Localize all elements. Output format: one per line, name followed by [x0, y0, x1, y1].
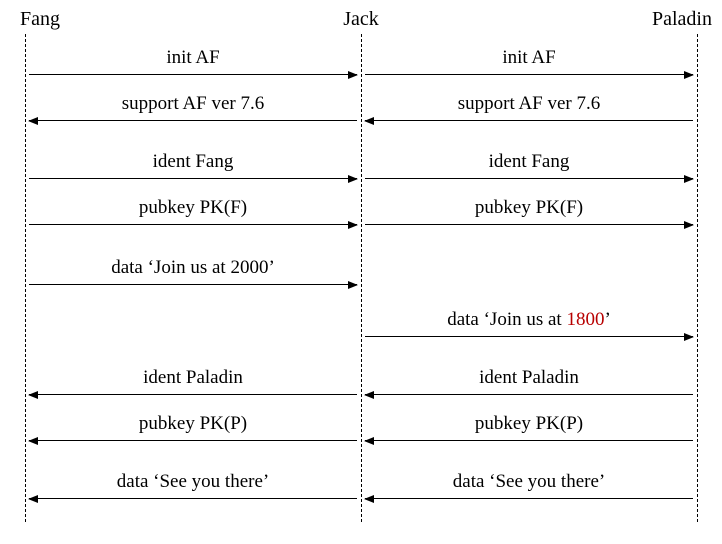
label-pkf-2: pubkey PK(F) [475, 197, 583, 222]
arrow-join1800 [365, 336, 693, 337]
label-ident-paladin-2: ident Paladin [479, 367, 579, 392]
label-ident-paladin-1: ident Paladin [143, 367, 243, 392]
arrow-pkp-1 [29, 440, 357, 441]
label-pkf-1: pubkey PK(F) [139, 197, 247, 222]
label-init-af-2: init AF [502, 47, 555, 72]
arrow-join2000 [29, 284, 357, 285]
arrow-init-af-2 [365, 74, 693, 75]
arrow-ident-paladin-1 [29, 394, 357, 395]
label-pkp-2: pubkey PK(P) [475, 413, 583, 438]
label-ident-fang-1: ident Fang [153, 151, 234, 176]
arrow-pkf-1 [29, 224, 357, 225]
arrow-ident-fang-1 [29, 178, 357, 179]
arrow-seeyou-2 [365, 498, 693, 499]
sequence-diagram: Fang Jack Paladin init AF init AF suppor… [0, 0, 722, 544]
participant-jack: Jack [343, 8, 379, 31]
arrow-seeyou-1 [29, 498, 357, 499]
label-support-2: support AF ver 7.6 [458, 93, 601, 118]
arrow-ident-paladin-2 [365, 394, 693, 395]
label-pkp-1: pubkey PK(P) [139, 413, 247, 438]
label-init-af-1: init AF [166, 47, 219, 72]
label-ident-fang-2: ident Fang [489, 151, 570, 176]
arrow-pkf-2 [365, 224, 693, 225]
lifeline-fang [25, 34, 26, 522]
label-join1800-post: ’ [604, 309, 610, 330]
label-support-1: support AF ver 7.6 [122, 93, 265, 118]
label-join1800-highlight: 1800 [566, 309, 604, 330]
label-seeyou-1: data ‘See you there’ [117, 471, 269, 496]
arrow-support-2 [365, 120, 693, 121]
participant-fang: Fang [20, 8, 60, 31]
arrow-support-1 [29, 120, 357, 121]
participant-paladin: Paladin [652, 8, 712, 31]
lifeline-jack [361, 34, 362, 522]
arrow-pkp-2 [365, 440, 693, 441]
lifeline-paladin [697, 34, 698, 522]
label-join2000: data ‘Join us at 2000’ [111, 257, 275, 282]
arrow-ident-fang-2 [365, 178, 693, 179]
label-seeyou-2: data ‘See you there’ [453, 471, 605, 496]
label-join1800-pre: data ‘Join us at [447, 309, 566, 330]
arrow-init-af-1 [29, 74, 357, 75]
label-join1800: data ‘Join us at 1800’ [447, 309, 611, 334]
